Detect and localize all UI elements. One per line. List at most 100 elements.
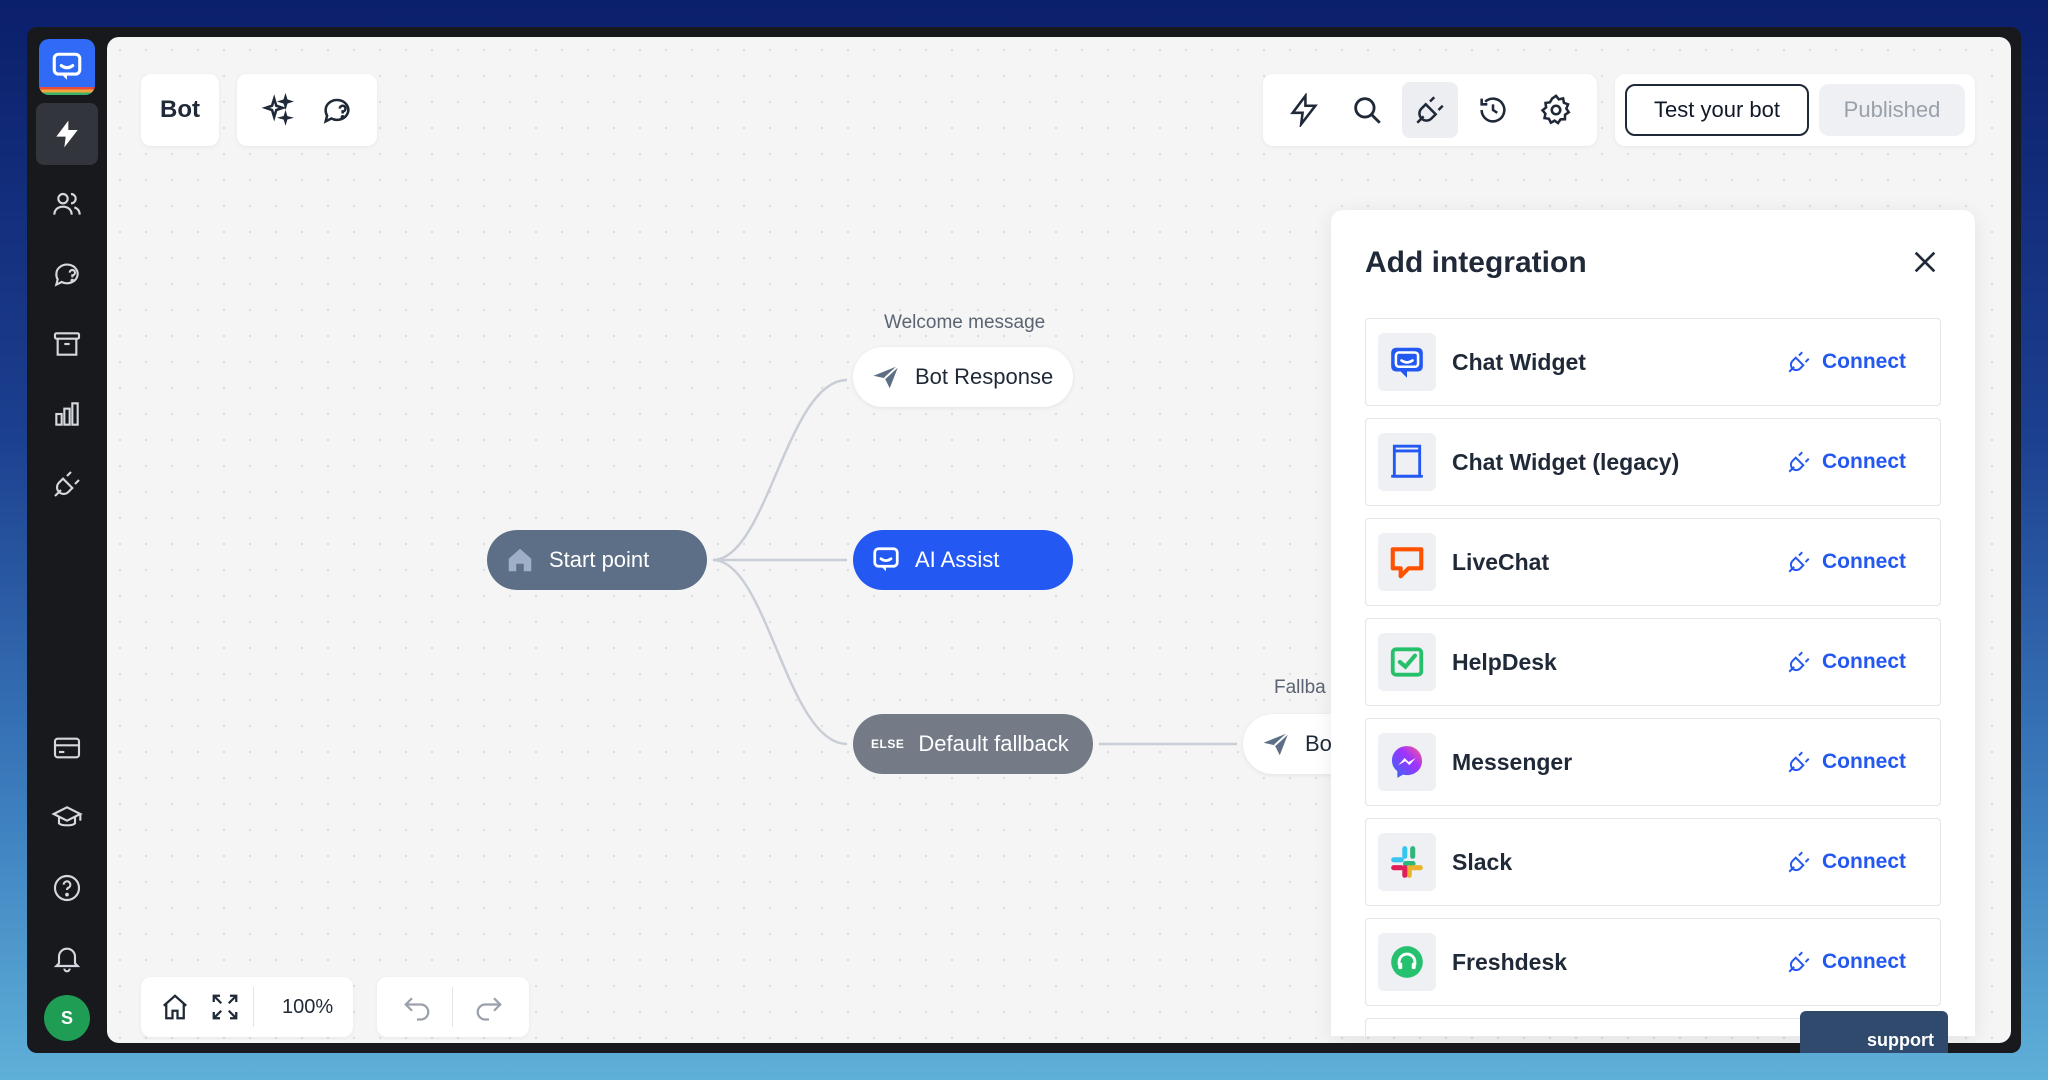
- divider: [452, 987, 454, 1027]
- user-avatar[interactable]: S: [44, 995, 90, 1041]
- sidebar-item-integrations[interactable]: [36, 453, 98, 515]
- helpdesk-icon: [1390, 647, 1424, 677]
- integration-logo: [1378, 933, 1436, 991]
- integration-list: Chat Widget Connect Chat Widget (legacy): [1365, 318, 1941, 1036]
- integration-livechat[interactable]: LiveChat Connect: [1365, 518, 1941, 606]
- connect-label: Connect: [1822, 650, 1906, 673]
- help-circle-icon: [53, 874, 81, 902]
- connect-button[interactable]: Connect: [1786, 949, 1906, 975]
- integration-logo: [1378, 833, 1436, 891]
- integration-name: Freshdesk: [1452, 948, 1568, 975]
- sidebar: S: [27, 27, 107, 1053]
- plug-icon: [1788, 851, 1810, 873]
- support-label: support: [1867, 1030, 1934, 1050]
- slack-icon: [1391, 846, 1423, 878]
- integration-name: Messenger: [1452, 748, 1573, 775]
- freshdesk-icon: [1391, 946, 1423, 978]
- chatbot-logo-icon: [52, 52, 82, 80]
- livechat-icon: [1390, 547, 1424, 579]
- sidebar-item-contacts[interactable]: [36, 173, 98, 235]
- node-label: Bot Response: [915, 364, 1054, 389]
- sidebar-item-reports[interactable]: [36, 383, 98, 445]
- integration-logo: [1378, 733, 1436, 791]
- app-logo[interactable]: [39, 39, 95, 95]
- plug-icon: [54, 471, 80, 497]
- bot-response-node[interactable]: Bot Response: [853, 347, 1073, 407]
- bell-icon: [53, 947, 81, 973]
- connect-button[interactable]: Connect: [1786, 449, 1906, 475]
- plug-icon: [1788, 751, 1810, 773]
- connect-button[interactable]: Connect: [1786, 549, 1906, 575]
- users-icon: [53, 192, 81, 215]
- node-label: Start point: [549, 547, 650, 572]
- close-button[interactable]: [1903, 240, 1947, 284]
- connect-button[interactable]: Connect: [1786, 849, 1906, 875]
- connect-label: Connect: [1822, 550, 1906, 573]
- plug-icon: [1788, 551, 1810, 573]
- connect-button[interactable]: Connect: [1786, 749, 1906, 775]
- panel-title: Add integration: [1365, 246, 1587, 279]
- chat-widget-legacy-icon: [1391, 444, 1423, 478]
- sidebar-item-chats[interactable]: [36, 243, 98, 305]
- sidebar-item-academy[interactable]: [36, 787, 98, 849]
- connect-button[interactable]: Connect: [1786, 349, 1906, 375]
- plug-icon: [1788, 951, 1810, 973]
- zoom-level[interactable]: 100%: [282, 996, 333, 1019]
- app-window: S Bot Test your bot Published Welcome me…: [27, 27, 2021, 1053]
- sidebar-item-archive[interactable]: [36, 313, 98, 375]
- sidebar-item-notifications[interactable]: [36, 927, 98, 989]
- messenger-icon: [1391, 746, 1423, 778]
- connect-button[interactable]: Connect: [1786, 649, 1906, 675]
- redo-button[interactable]: [461, 985, 517, 1029]
- connect-label: Connect: [1822, 350, 1906, 373]
- integration-name: Slack: [1452, 848, 1513, 875]
- redo-icon: [476, 997, 502, 1021]
- fit-view-button[interactable]: [203, 985, 247, 1029]
- integration-messenger[interactable]: Messenger Connect: [1365, 718, 1941, 806]
- plug-icon: [1788, 351, 1810, 373]
- divider: [253, 987, 254, 1027]
- integration-chat-widget-legacy[interactable]: Chat Widget (legacy) Connect: [1365, 418, 1941, 506]
- connect-label: Connect: [1822, 850, 1906, 873]
- send-icon: [873, 365, 900, 389]
- sidebar-item-billing[interactable]: [36, 717, 98, 779]
- chat-question-icon: [54, 263, 79, 287]
- home-icon: [508, 548, 532, 572]
- integration-freshdesk[interactable]: Freshdesk Connect: [1365, 918, 1941, 1006]
- sidebar-item-help[interactable]: [36, 857, 98, 919]
- zoom-controls: 100%: [141, 977, 353, 1037]
- expand-icon: [212, 994, 238, 1020]
- connect-label: Connect: [1822, 450, 1906, 473]
- home-view-button[interactable]: [153, 985, 197, 1029]
- undo-icon: [403, 997, 430, 1021]
- integration-name: Chat Widget (legacy): [1452, 448, 1680, 475]
- default-fallback-node[interactable]: ELSE Default fallback: [853, 714, 1093, 774]
- send-icon: [1263, 732, 1290, 756]
- connect-label: Connect: [1822, 750, 1906, 773]
- add-integration-panel: Add integration Chat Widget Connect Chat…: [1331, 210, 1975, 1036]
- lightning-icon: [56, 120, 78, 148]
- integration-slack[interactable]: Slack Connect: [1365, 818, 1941, 906]
- integration-helpdesk[interactable]: HelpDesk Connect: [1365, 618, 1941, 706]
- plug-icon: [1788, 651, 1810, 673]
- chatbot-icon: [873, 547, 899, 572]
- sidebar-item-automation[interactable]: [36, 103, 98, 165]
- flow-canvas[interactable]: Bot Test your bot Published Welcome mess…: [107, 37, 2011, 1043]
- close-icon: [1914, 251, 1936, 273]
- support-button[interactable]: support: [1800, 1011, 1948, 1053]
- bar-chart-icon: [55, 402, 79, 426]
- graduation-cap-icon: [51, 806, 83, 827]
- fallback-response-title: Fallba: [1274, 677, 1326, 698]
- ai-assist-node[interactable]: AI Assist: [853, 530, 1073, 590]
- else-tag: ELSE: [871, 737, 905, 751]
- integration-chat-widget[interactable]: Chat Widget Connect: [1365, 318, 1941, 406]
- node-label: Bo: [1305, 731, 1332, 756]
- undo-button[interactable]: [389, 985, 445, 1029]
- integration-logo: [1378, 533, 1436, 591]
- integration-logo: [1378, 433, 1436, 491]
- integration-name: Chat Widget: [1452, 348, 1586, 375]
- chat-widget-icon: [1391, 347, 1423, 378]
- integration-logo: [1378, 333, 1436, 391]
- start-point-node[interactable]: Start point: [487, 530, 707, 590]
- integration-name: HelpDesk: [1452, 648, 1557, 675]
